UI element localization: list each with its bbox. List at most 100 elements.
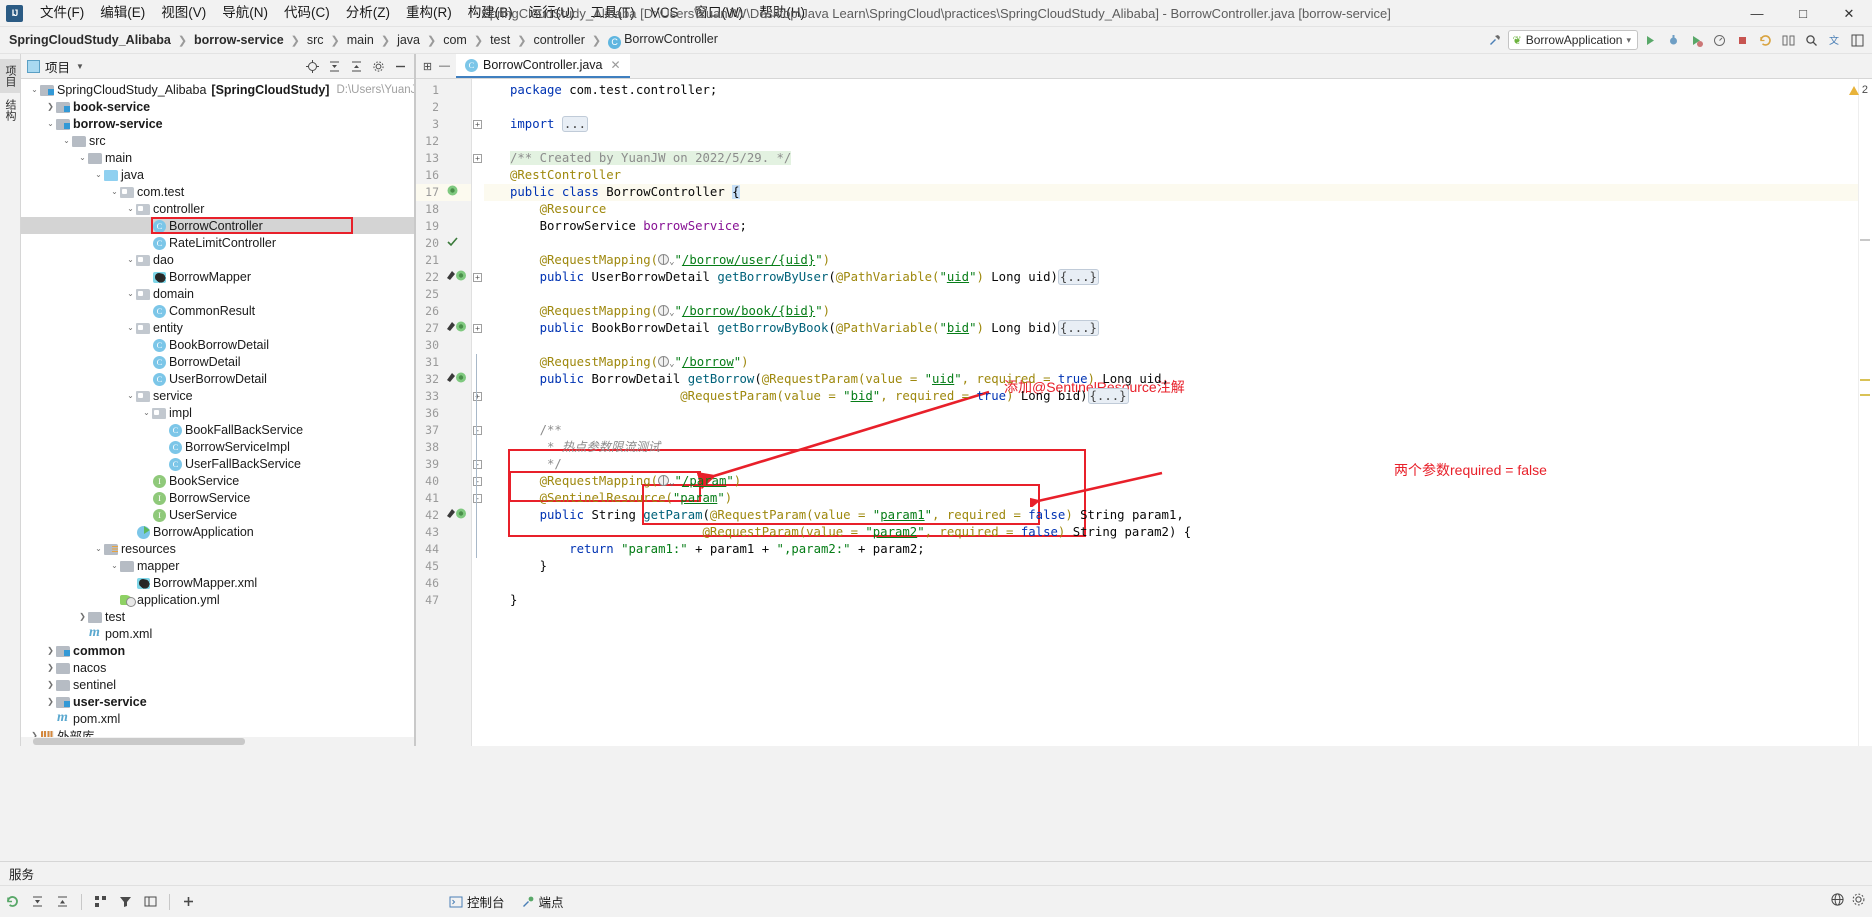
chevron-down-icon[interactable]: ⌄ (125, 391, 136, 400)
tree-node-springcloudstudy-alibaba[interactable]: ⌄ SpringCloudStudy_Alibaba [SpringCloudStu… (21, 81, 414, 98)
menu-item-4[interactable]: 代码(C) (276, 1, 338, 25)
tree-node-mapper[interactable]: ⌄ mapper (21, 557, 414, 574)
chevron-down-icon[interactable]: ⌄ (141, 408, 152, 417)
tree-node-userborrowdetail[interactable]: UserBorrowDetail (21, 370, 414, 387)
tree-node-borrowserviceimpl[interactable]: BorrowServiceImpl (21, 438, 414, 455)
fold-expand-icon[interactable]: + (473, 392, 482, 401)
menu-item-12[interactable]: 帮助(H) (751, 1, 813, 25)
chevron-right-icon[interactable]: ❯ (45, 646, 56, 655)
chevron-down-icon[interactable]: ⌄ (109, 187, 120, 196)
menu-item-0[interactable]: 文件(F) (32, 1, 92, 25)
tree-node-test[interactable]: ❯ test (21, 608, 414, 625)
tree-node-commonresult[interactable]: CommonResult (21, 302, 414, 319)
run-button[interactable] (1640, 30, 1661, 51)
fold-expand-icon[interactable]: + (473, 154, 482, 163)
project-tree[interactable]: ⌄ SpringCloudStudy_Alibaba [SpringCloudStu… (21, 79, 414, 737)
menu-item-3[interactable]: 导航(N) (214, 1, 276, 25)
chevron-down-icon[interactable]: ⌄ (93, 544, 104, 553)
tree-node-borrowdetail[interactable]: BorrowDetail (21, 353, 414, 370)
breadcrumb-item-2[interactable]: src (305, 32, 326, 48)
chevron-right-icon[interactable]: ❯ (45, 697, 56, 706)
menu-item-2[interactable]: 视图(V) (153, 1, 214, 25)
fold-collapse-icon[interactable]: - (473, 477, 482, 486)
chevron-down-icon[interactable]: ⌄ (45, 119, 56, 128)
diff-icon[interactable] (1778, 30, 1799, 51)
fold-collapse-icon[interactable]: - (473, 460, 482, 469)
editor-code-body[interactable]: 添加@SentinelResource注解 两个参数required = fal… (484, 79, 1858, 746)
breadcrumb-item-0[interactable]: SpringCloudStudy_Alibaba (7, 32, 173, 48)
settings-icon[interactable] (138, 890, 163, 914)
chevron-down-icon[interactable]: ⌄ (61, 136, 72, 145)
tree-node-bookfallbackservice[interactable]: BookFallBackService (21, 421, 414, 438)
chevron-down-icon[interactable]: ⌄ (29, 85, 40, 94)
tree-node-borrowcontroller[interactable]: BorrowController (21, 217, 414, 234)
scroll-thumb[interactable] (33, 738, 245, 745)
services-tool-window-header[interactable]: 服务 (0, 862, 1872, 886)
fold-expand-icon[interactable]: + (473, 120, 482, 129)
collapse-all-icon[interactable] (347, 57, 366, 76)
group-icon[interactable] (88, 890, 113, 914)
collapse-all-icon[interactable] (50, 890, 75, 914)
layout-settings-icon[interactable] (1847, 30, 1868, 51)
tree-node-entity[interactable]: ⌄ entity (21, 319, 414, 336)
run-endpoint-icon[interactable] (446, 269, 468, 288)
breadcrumb-item-3[interactable]: main (345, 32, 376, 48)
tree-node-userfallbackservice[interactable]: UserFallBackService (21, 455, 414, 472)
chevron-down-icon[interactable]: ⌄ (93, 170, 104, 179)
fold-expand-icon[interactable]: + (473, 324, 482, 333)
tab-borrow-controller[interactable]: C BorrowController.java ✕ (456, 54, 630, 78)
search-everywhere-icon[interactable] (1801, 30, 1822, 51)
tree-node--[interactable]: ❯ 外部库 (21, 727, 414, 737)
add-icon[interactable] (176, 890, 201, 914)
breadcrumb-item-4[interactable]: java (395, 32, 422, 48)
chevron-down-icon[interactable]: ⌄ (125, 323, 136, 332)
settings-gear-icon[interactable] (1851, 892, 1866, 912)
close-icon[interactable]: ✕ (611, 58, 621, 72)
menu-item-1[interactable]: 编辑(E) (92, 1, 153, 25)
menu-item-10[interactable]: VCS (643, 1, 687, 25)
tree-node-borrowapplication[interactable]: BorrowApplication (21, 523, 414, 540)
hammer-build-icon[interactable] (1485, 30, 1506, 51)
tree-node-sentinel[interactable]: ❯ sentinel (21, 676, 414, 693)
expand-all-icon[interactable] (25, 890, 50, 914)
tree-node-book-service[interactable]: ❯ book-service (21, 98, 414, 115)
tree-node-bookservice[interactable]: BookService (21, 472, 414, 489)
menu-item-11[interactable]: 窗口(W) (687, 1, 752, 25)
tree-node-domain[interactable]: ⌄ domain (21, 285, 414, 302)
chevron-right-icon[interactable]: ❯ (45, 663, 56, 672)
tree-node-resources[interactable]: ⌄ resources (21, 540, 414, 557)
run-endpoint-icon[interactable] (446, 507, 468, 526)
tree-node-borrowservice[interactable]: BorrowService (21, 489, 414, 506)
tree-node-service[interactable]: ⌄ service (21, 387, 414, 404)
globe-icon[interactable] (1830, 892, 1845, 912)
code-editor[interactable]: 1 2 3 12 13 16 17 18 19 20 21 22 25 26 27 30 31 32 33 36 37 3… (416, 79, 1872, 746)
hide-panel-icon[interactable] (391, 57, 410, 76)
toggle-icon[interactable]: ⊞ (420, 60, 435, 73)
status-item-console[interactable]: 控制台 (441, 892, 513, 911)
breadcrumb-item-5[interactable]: com (441, 32, 469, 48)
breadcrumb-item-1[interactable]: borrow-service (192, 32, 286, 48)
tree-node-bookborrowdetail[interactable]: BookBorrowDetail (21, 336, 414, 353)
locate-icon[interactable] (303, 57, 322, 76)
project-tree-hscrollbar[interactable] (21, 737, 414, 746)
rerun-icon[interactable] (0, 890, 25, 914)
breadcrumb-item-7[interactable]: controller (531, 32, 586, 48)
run-with-coverage-button[interactable] (1686, 30, 1707, 51)
chevron-down-icon[interactable]: ⌄ (125, 255, 136, 264)
settings-gear-icon[interactable] (369, 57, 388, 76)
status-item-endpoints[interactable]: 端点 (513, 892, 572, 911)
tree-node-pom-xml[interactable]: pom.xml (21, 710, 414, 727)
marker-stripe[interactable] (1860, 379, 1870, 381)
tree-node-common[interactable]: ❯ common (21, 642, 414, 659)
menu-item-9[interactable]: 工具(T) (583, 1, 643, 25)
run-endpoint-icon[interactable] (446, 320, 468, 339)
marker-stripe[interactable] (1860, 239, 1870, 241)
menu-item-6[interactable]: 重构(R) (398, 1, 460, 25)
chevron-down-icon[interactable]: ⌄ (77, 153, 88, 162)
tree-node-pom-xml[interactable]: pom.xml (21, 625, 414, 642)
tool-window-tab-1[interactable]: 结构 (0, 93, 20, 127)
menu-item-5[interactable]: 分析(Z) (338, 1, 398, 25)
tree-node-user-service[interactable]: ❯ user-service (21, 693, 414, 710)
menu-item-7[interactable]: 构建(B) (460, 1, 521, 25)
fold-expand-icon[interactable]: + (473, 273, 482, 282)
